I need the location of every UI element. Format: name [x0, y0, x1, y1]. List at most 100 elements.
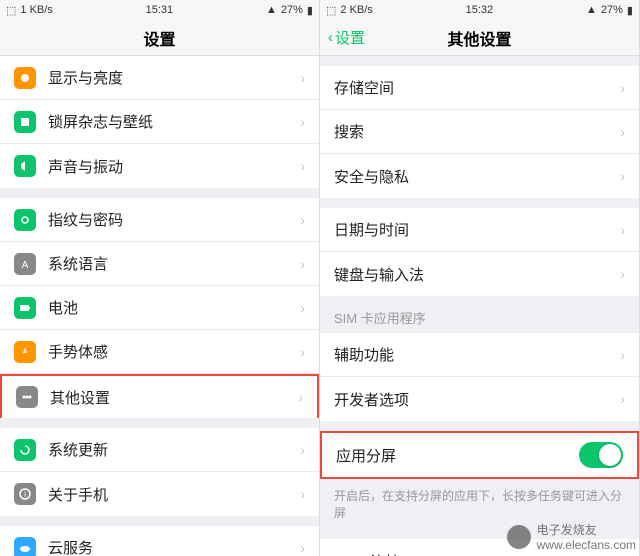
other-label: 其他设置: [50, 387, 298, 408]
chevron-icon: ›: [300, 486, 305, 502]
storage-label: 存储空间: [334, 77, 620, 98]
about-icon: i: [14, 483, 36, 505]
chevron-icon: ›: [620, 391, 625, 407]
navbar-left: 设置: [0, 20, 319, 56]
battery-icon: ▮: [307, 4, 313, 17]
accessibility-label: 辅助功能: [334, 344, 620, 365]
sound-label: 声音与振动: [48, 156, 300, 177]
chevron-icon: ›: [300, 442, 305, 458]
row-battery[interactable]: 电池 ›: [0, 286, 319, 330]
back-button[interactable]: ‹ 设置: [328, 27, 365, 48]
splitscreen-toggle[interactable]: [579, 442, 623, 468]
chevron-icon: ›: [300, 256, 305, 272]
chevron-icon: ›: [620, 347, 625, 363]
search-label: 搜索: [334, 121, 620, 142]
about-label: 关于手机: [48, 484, 300, 505]
chevron-icon: ›: [620, 222, 625, 238]
watermark-icon: [507, 525, 531, 549]
row-display[interactable]: 显示与亮度 ›: [0, 56, 319, 100]
chevron-icon: ›: [300, 114, 305, 130]
sim-icon: ⬚: [326, 4, 336, 17]
row-sound[interactable]: 声音与振动 ›: [0, 144, 319, 188]
chevron-icon: ›: [300, 344, 305, 360]
row-cloud[interactable]: 云服务 ›: [0, 526, 319, 556]
page-title: 设置: [143, 26, 175, 50]
developer-label: 开发者选项: [334, 389, 620, 410]
update-label: 系统更新: [48, 439, 300, 460]
row-keyboard[interactable]: 键盘与输入法 ›: [320, 252, 639, 296]
battery-pct: 27%: [601, 4, 623, 16]
row-security[interactable]: 安全与隐私 ›: [320, 154, 639, 198]
gesture-icon: [14, 341, 36, 363]
back-label: 设置: [335, 27, 365, 48]
display-icon: [14, 67, 36, 89]
other-icon: [16, 386, 38, 408]
row-splitscreen[interactable]: 应用分屏: [322, 433, 637, 477]
update-icon: [14, 439, 36, 461]
net-speed: 2 KB/s: [340, 4, 372, 16]
lockscreen-icon: [14, 111, 36, 133]
chevron-icon: ›: [620, 168, 625, 184]
watermark-url: www.elecfans.com: [537, 538, 636, 552]
row-storage[interactable]: 存储空间 ›: [320, 66, 639, 110]
row-gesture[interactable]: 手势体感 ›: [0, 330, 319, 374]
sim-icon: ⬚: [6, 4, 16, 17]
settings-list[interactable]: 显示与亮度 › 锁屏杂志与壁纸 › 声音与振动 › 指纹与密码 › A: [0, 56, 319, 556]
status-time: 15:32: [466, 4, 494, 16]
row-fingerprint[interactable]: 指纹与密码 ›: [0, 198, 319, 242]
chevron-icon: ›: [300, 212, 305, 228]
battery-icon: [14, 297, 36, 319]
row-lockscreen[interactable]: 锁屏杂志与壁纸 ›: [0, 100, 319, 144]
navbar-right: ‹ 设置 其他设置: [320, 20, 639, 56]
cloud-icon: [14, 537, 36, 556]
watermark: 电子发烧友 www.elecfans.com: [507, 521, 636, 552]
svg-text:A: A: [22, 260, 29, 271]
row-datetime[interactable]: 日期与时间 ›: [320, 208, 639, 252]
chevron-left-icon: ‹: [328, 29, 333, 46]
chevron-icon: ›: [620, 124, 625, 140]
chevron-icon: ›: [298, 389, 303, 405]
row-language[interactable]: A 系统语言 ›: [0, 242, 319, 286]
chevron-icon: ›: [620, 80, 625, 96]
net-speed: 1 KB/s: [20, 4, 52, 16]
row-search[interactable]: 搜索 ›: [320, 110, 639, 154]
language-label: 系统语言: [48, 253, 300, 274]
other-settings-list[interactable]: 存储空间 › 搜索 › 安全与隐私 › 日期与时间 › 键盘与输入法 › SIM…: [320, 56, 639, 556]
row-developer[interactable]: 开发者选项 ›: [320, 377, 639, 421]
chevron-icon: ›: [620, 266, 625, 282]
row-other-settings[interactable]: 其他设置 ›: [0, 374, 319, 418]
display-label: 显示与亮度: [48, 67, 300, 88]
row-about[interactable]: i 关于手机 ›: [0, 472, 319, 516]
chevron-icon: ›: [300, 70, 305, 86]
wifi-icon: ▲: [586, 4, 597, 16]
page-title: 其他设置: [447, 26, 511, 50]
fingerprint-label: 指纹与密码: [48, 209, 300, 230]
statusbar-left: ⬚ 1 KB/s 15:31 ▲ 27% ▮: [0, 0, 319, 20]
sound-icon: [14, 155, 36, 177]
security-label: 安全与隐私: [334, 166, 620, 187]
row-accessibility[interactable]: 辅助功能 ›: [320, 333, 639, 377]
battery-label: 电池: [48, 297, 300, 318]
chevron-icon: ›: [300, 158, 305, 174]
sim-apps-label: SIM 卡应用程序: [320, 296, 639, 333]
language-icon: A: [14, 253, 36, 275]
lockscreen-label: 锁屏杂志与壁纸: [48, 111, 300, 132]
row-update[interactable]: 系统更新 ›: [0, 428, 319, 472]
svg-text:i: i: [24, 490, 26, 499]
battery-icon: ▮: [627, 4, 633, 17]
splitscreen-label: 应用分屏: [336, 445, 579, 466]
cloud-label: 云服务: [48, 537, 300, 556]
watermark-brand: 电子发烧友: [537, 521, 636, 538]
battery-pct: 27%: [281, 4, 303, 16]
gesture-label: 手势体感: [48, 341, 300, 362]
chevron-icon: ›: [300, 300, 305, 316]
left-screen: ⬚ 1 KB/s 15:31 ▲ 27% ▮ 设置 显示与亮度 › 锁屏杂志与壁…: [0, 0, 320, 556]
chevron-icon: ›: [300, 540, 305, 556]
status-time: 15:31: [146, 4, 174, 16]
fingerprint-icon: [14, 209, 36, 231]
datetime-label: 日期与时间: [334, 219, 620, 240]
keyboard-label: 键盘与输入法: [334, 264, 620, 285]
right-screen: ⬚ 2 KB/s 15:32 ▲ 27% ▮ ‹ 设置 其他设置 存储空间 › …: [320, 0, 640, 556]
statusbar-right: ⬚ 2 KB/s 15:32 ▲ 27% ▮: [320, 0, 639, 20]
wifi-icon: ▲: [266, 4, 277, 16]
